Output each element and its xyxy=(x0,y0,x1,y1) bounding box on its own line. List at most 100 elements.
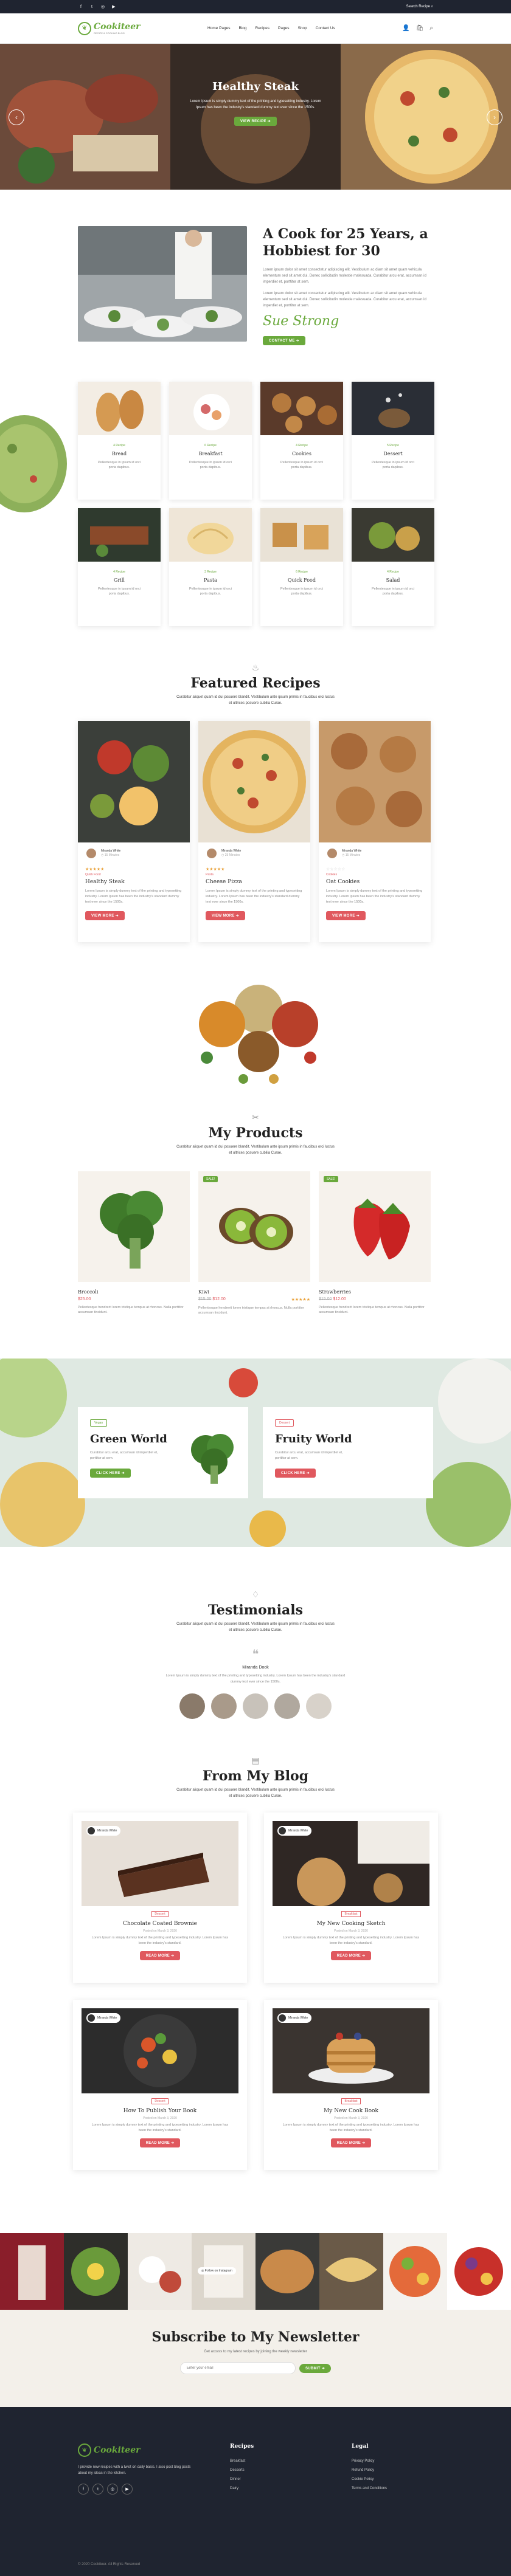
testimonials-subtitle: Curabitur aliquet quam id dui posuere bl… xyxy=(176,1622,335,1632)
signature: Sue Strong xyxy=(263,314,339,329)
view-more-button[interactable]: VIEW MORE ➜ xyxy=(85,911,125,920)
category-image xyxy=(169,382,252,436)
category-card[interactable]: 4 Recipe Salad Pellentesque in ipsum id … xyxy=(352,508,434,627)
gallery-image[interactable]: ◎ Follow on Instagram xyxy=(192,2233,255,2310)
blog-post-card[interactable]: Miranda White Breakfast My New Cook Book… xyxy=(264,2000,438,2171)
recipe-category: Pasta xyxy=(206,873,214,877)
logo[interactable]: ❦ Cookiteer RECIPE & COOKING BLOG xyxy=(78,21,141,35)
blog-post-card[interactable]: Miranda White Dessert How To Publish You… xyxy=(73,2000,247,2171)
follow-instagram-button[interactable]: ◎ Follow on Instagram xyxy=(198,2267,236,2275)
menu-item-shop[interactable]: Shop xyxy=(297,26,307,30)
category-card[interactable]: 6 Recipe Quick Food Pellentesque in ipsu… xyxy=(260,508,343,627)
product-card[interactable]: Broccoli $25.00 Pellentesque hendrerit l… xyxy=(78,1171,190,1317)
contact-me-button[interactable]: CONTACT ME ➜ xyxy=(263,336,305,346)
search-icon[interactable]: ⌕ xyxy=(429,25,433,32)
category-card[interactable]: 5 Recipe Dessert Pellentesque in ipsum i… xyxy=(352,382,434,500)
avatar xyxy=(88,2014,95,2022)
promo-card-fruity[interactable]: Dessert Fruity World Curabitur arcu erat… xyxy=(263,1407,433,1499)
view-more-button[interactable]: VIEW MORE ➜ xyxy=(206,911,245,920)
cook-time: ◷ 15 Minutes xyxy=(342,853,361,858)
product-card[interactable]: SALE! Kiwi $15.00 $12.00 ★★★★★ Pellentesq… xyxy=(198,1171,310,1317)
category-count: 6 Recipe xyxy=(204,444,217,448)
avatar[interactable] xyxy=(179,1693,205,1719)
twitter-icon[interactable]: t xyxy=(92,2484,103,2495)
author-name: Miranda White xyxy=(97,2016,117,2020)
post-desc: Lorem Ipsum is simply dummy text of the … xyxy=(282,1936,420,1945)
gallery-image[interactable] xyxy=(128,2233,192,2310)
footer-link[interactable]: Cookie Policy xyxy=(352,2478,387,2481)
footer-link[interactable]: Dairy xyxy=(230,2487,352,2490)
footer-link[interactable]: Refund Policy xyxy=(352,2468,387,2472)
category-name: Cookies xyxy=(292,451,311,457)
category-name: Bread xyxy=(111,451,127,457)
youtube-icon[interactable]: ▶ xyxy=(111,4,117,10)
author-name: Miranda White xyxy=(221,849,242,853)
footer-link[interactable]: Breakfast xyxy=(230,2459,352,2463)
gallery-image[interactable] xyxy=(255,2233,319,2310)
avatar[interactable] xyxy=(306,1693,332,1719)
menu-item-contact[interactable]: Contact Us xyxy=(316,26,335,30)
blog-post-card[interactable]: Miranda White Breakfast My New Cooking S… xyxy=(264,1813,438,1983)
view-recipe-button[interactable]: VIEW RECIPE ➜ xyxy=(234,117,277,126)
category-card[interactable]: 4 Recipe Bread Pellentesque in ipsum id … xyxy=(78,382,161,500)
gallery-image[interactable] xyxy=(383,2233,447,2310)
footer-link[interactable]: Terms and Conditions xyxy=(352,2487,387,2490)
click-here-button[interactable]: CLICK HERE ➜ xyxy=(90,1468,131,1478)
read-more-button[interactable]: READ MORE ➜ xyxy=(330,2138,372,2147)
avatar[interactable] xyxy=(243,1693,268,1719)
footer-link[interactable]: Privacy Policy xyxy=(352,2459,387,2463)
menu-item-blog[interactable]: Blog xyxy=(239,26,247,30)
gallery-image[interactable] xyxy=(447,2233,511,2310)
menu-item-pages[interactable]: Pages xyxy=(278,26,289,30)
avatar[interactable] xyxy=(274,1693,300,1719)
next-slide-icon[interactable]: › xyxy=(487,109,502,125)
menu-item-recipes[interactable]: Recipes xyxy=(255,26,269,30)
read-more-button[interactable]: READ MORE ➜ xyxy=(139,2138,181,2147)
footer-logo[interactable]: ❦ Cookiteer xyxy=(78,2443,230,2457)
footer-link[interactable]: Dinner xyxy=(230,2478,352,2481)
product-name: Kiwi xyxy=(198,1289,209,1295)
logo-leaf-icon: ❦ xyxy=(78,21,91,35)
facebook-icon[interactable]: f xyxy=(78,4,84,10)
read-more-button[interactable]: READ MORE ➜ xyxy=(330,1951,372,1960)
instagram-icon[interactable]: ◎ xyxy=(107,2484,118,2495)
youtube-icon[interactable]: ▶ xyxy=(122,2484,133,2495)
menu-item-home[interactable]: Home Pages xyxy=(207,26,231,30)
sale-badge: SALE! xyxy=(203,1176,218,1182)
recipe-card[interactable]: Miranda White ◷ 25 Minutes ★★★★★ Pasta Ch… xyxy=(198,721,310,943)
facebook-icon[interactable]: f xyxy=(78,2484,89,2495)
prev-slide-icon[interactable]: ‹ xyxy=(9,109,24,125)
category-card[interactable]: 3 Recipe Pasta Pellentesque in ipsum id … xyxy=(169,508,252,627)
category-name: Dessert xyxy=(383,451,403,457)
promo-card-green[interactable]: Vegan Green World Curabitur arcu erat, a… xyxy=(78,1407,248,1499)
gallery-image[interactable] xyxy=(0,2233,64,2310)
view-more-button[interactable]: VIEW MORE ➜ xyxy=(326,911,366,920)
gallery-image[interactable] xyxy=(64,2233,128,2310)
instagram-icon[interactable]: ◎ xyxy=(100,4,106,10)
cart-icon[interactable]: 🛍 xyxy=(416,25,424,32)
read-more-button[interactable]: READ MORE ➜ xyxy=(139,1951,181,1960)
category-name: Quick Food xyxy=(287,577,316,584)
twitter-icon[interactable]: t xyxy=(89,4,95,10)
category-card[interactable]: 4 Recipe Cookies Pellentesque in ipsum i… xyxy=(260,382,343,500)
blog-post-card[interactable]: Miranda White Dessert Chocolate Coated B… xyxy=(73,1813,247,1983)
product-card[interactable]: SALE! Strawberries $15.00 $12.00 Pellent… xyxy=(319,1171,431,1317)
broccoli-image xyxy=(191,1434,234,1484)
category-card[interactable]: 4 Recipe Grill Pellentesque in ipsum id … xyxy=(78,508,161,627)
submit-button[interactable]: SUBMIT ➜ xyxy=(299,2363,332,2373)
footer-link[interactable]: Desserts xyxy=(230,2468,352,2472)
cook-time-value: 15 Minutes xyxy=(104,853,120,858)
post-desc: Lorem Ipsum is simply dummy text of the … xyxy=(91,1936,229,1945)
avatar[interactable] xyxy=(211,1693,237,1719)
instagram-gallery: ◎ Follow on Instagram xyxy=(0,2233,511,2310)
recipe-author: Miranda White ◷ 15 Minutes xyxy=(319,842,431,864)
user-icon[interactable]: 👤 xyxy=(402,25,409,32)
submit-label: SUBMIT xyxy=(305,2366,321,2371)
recipe-card[interactable]: Miranda White ◷ 15 Minutes ★★★★★ Quick Fo… xyxy=(78,721,190,943)
email-input[interactable] xyxy=(179,2362,296,2374)
gallery-image[interactable] xyxy=(319,2233,383,2310)
recipe-card[interactable]: Miranda White ◷ 15 Minutes ☆☆☆☆☆ Cookies … xyxy=(319,721,431,943)
click-here-button[interactable]: CLICK HERE ➜ xyxy=(275,1468,316,1478)
category-card[interactable]: 6 Recipe Breakfast Pellentesque in ipsum… xyxy=(169,382,252,500)
search-recipe-link[interactable]: Search Recipe ⌕ xyxy=(406,5,433,9)
